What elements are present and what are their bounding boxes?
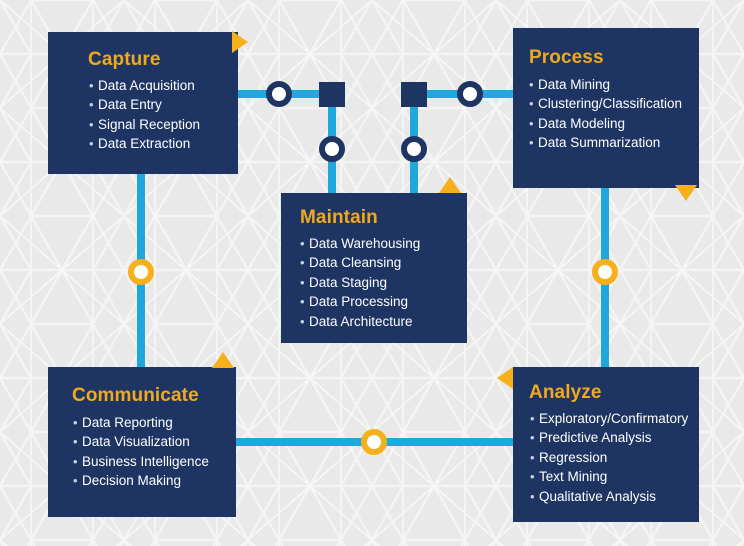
list-item: Data Modeling: [529, 114, 699, 133]
list-item: Data Summarization: [529, 133, 699, 152]
list-item: Data Entry: [89, 95, 238, 114]
navy-ring-node-maintain-right-branch: [401, 136, 427, 162]
stage-list-process: Data Mining Clustering/Classification Da…: [529, 75, 699, 153]
navy-square-node-right: [401, 82, 427, 107]
list-item: Data Processing: [300, 292, 467, 311]
list-item: Exploratory/Confirmatory: [530, 409, 699, 428]
stage-list-communicate: Data Reporting Data Visualization Busine…: [73, 413, 236, 491]
gold-ring-node-left-vertical: [128, 259, 154, 285]
list-item: Data Extraction: [89, 134, 238, 153]
gold-ring-node-right-vertical: [592, 259, 618, 285]
stage-title-capture: Capture: [88, 49, 161, 70]
list-item: Qualitative Analysis: [530, 487, 699, 506]
stage-box-capture[interactable]: Capture Data Acquisition Data Entry Sign…: [48, 32, 238, 174]
stage-title-analyze: Analyze: [529, 382, 602, 403]
list-item: Predictive Analysis: [530, 428, 699, 447]
stage-list-maintain: Data Warehousing Data Cleansing Data Sta…: [300, 234, 467, 331]
stage-list-analyze: Exploratory/Confirmatory Predictive Anal…: [530, 409, 699, 506]
navy-square-node-left: [319, 82, 345, 107]
stage-title-communicate: Communicate: [72, 385, 199, 406]
gold-triangle-pointer-communicate: [212, 352, 234, 368]
stage-list-capture: Data Acquisition Data Entry Signal Recep…: [89, 76, 238, 154]
list-item: Data Reporting: [73, 413, 236, 432]
list-item: Text Mining: [530, 467, 699, 486]
gold-triangle-pointer-analyze: [497, 367, 513, 389]
list-item: Data Visualization: [73, 432, 236, 451]
stage-box-analyze[interactable]: Analyze Exploratory/Confirmatory Predict…: [513, 367, 699, 522]
navy-ring-node-capture-side: [266, 81, 292, 107]
list-item: Data Staging: [300, 273, 467, 292]
list-item: Data Mining: [529, 75, 699, 94]
gold-ring-node-bottom-horizontal: [361, 429, 387, 455]
list-item: Data Acquisition: [89, 76, 238, 95]
list-item: Data Architecture: [300, 312, 467, 331]
stage-title-maintain: Maintain: [300, 207, 378, 228]
navy-ring-node-maintain-left-branch: [319, 136, 345, 162]
list-item: Decision Making: [73, 471, 236, 490]
list-item: Data Cleansing: [300, 253, 467, 272]
list-item: Clustering/Classification: [529, 94, 699, 113]
diagram-canvas: Capture Data Acquisition Data Entry Sign…: [0, 0, 744, 546]
gold-triangle-pointer-process: [675, 185, 697, 201]
stage-box-communicate[interactable]: Communicate Data Reporting Data Visualiz…: [48, 367, 236, 517]
stage-title-process: Process: [529, 47, 604, 68]
gold-triangle-pointer-maintain: [439, 177, 461, 193]
list-item: Business Intelligence: [73, 452, 236, 471]
list-item: Regression: [530, 448, 699, 467]
stage-box-process[interactable]: Process Data Mining Clustering/Classific…: [513, 28, 699, 188]
list-item: Data Warehousing: [300, 234, 467, 253]
gold-triangle-pointer-capture: [232, 31, 248, 53]
list-item: Signal Reception: [89, 115, 238, 134]
stage-box-maintain[interactable]: Maintain Data Warehousing Data Cleansing…: [281, 193, 467, 343]
navy-ring-node-process-side: [457, 81, 483, 107]
